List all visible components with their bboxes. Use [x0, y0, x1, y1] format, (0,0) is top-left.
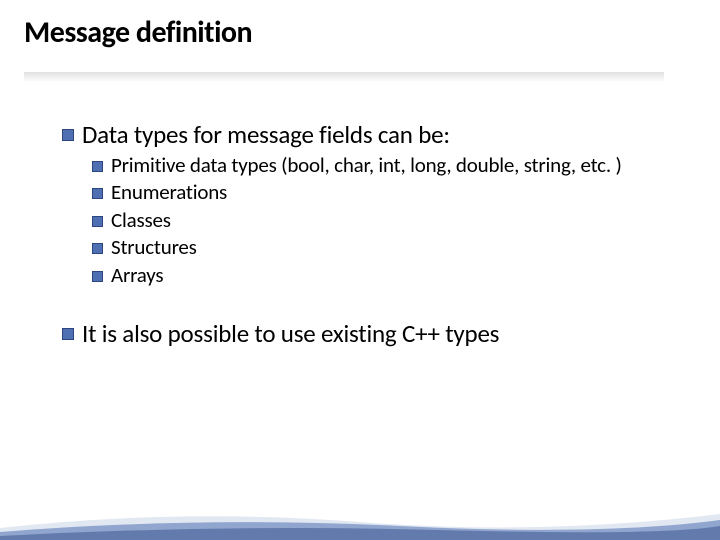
list-item: Data types for message fields can be: [34, 120, 686, 151]
slide-content: Data types for message fields can be: Pr… [34, 116, 686, 351]
list-item-text: Classes [111, 208, 686, 234]
footer-decoration [0, 500, 720, 540]
list-item: It is also possible to use existing C++ … [34, 319, 686, 350]
list-item-text: Data types for message fields can be: [82, 120, 686, 151]
list-item-text: Enumerations [111, 180, 686, 206]
bullet-icon [92, 216, 103, 227]
title-divider [24, 72, 664, 82]
list-item: Enumerations [34, 180, 686, 206]
bullet-icon [92, 161, 103, 172]
list-item-text: It is also possible to use existing C++ … [82, 319, 686, 350]
slide: Message definition Data types for messag… [0, 0, 720, 540]
bullet-icon [62, 328, 74, 340]
list-item-text: Arrays [111, 263, 686, 289]
list-item-text: Primitive data types (bool, char, int, l… [111, 153, 686, 179]
bullet-icon [92, 271, 103, 282]
slide-title: Message definition [24, 14, 252, 51]
list-item-text: Structures [111, 235, 686, 261]
list-item: Classes [34, 208, 686, 234]
list-item: Arrays [34, 263, 686, 289]
bullet-icon [92, 243, 103, 254]
bullet-icon [62, 129, 74, 141]
spacing [34, 291, 686, 315]
bullet-icon [92, 188, 103, 199]
list-item: Structures [34, 235, 686, 261]
list-item: Primitive data types (bool, char, int, l… [34, 153, 686, 179]
